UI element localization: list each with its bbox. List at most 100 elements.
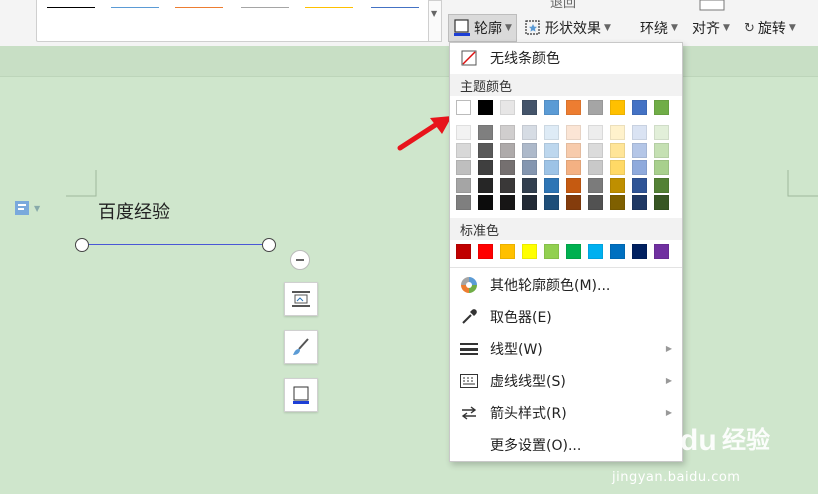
theme-shade-swatch[interactable] bbox=[610, 142, 625, 158]
theme-color-swatch[interactable] bbox=[632, 100, 647, 115]
line-shape[interactable] bbox=[82, 244, 268, 245]
svg-text:Bai: Bai bbox=[624, 424, 671, 457]
theme-shade-swatch[interactable] bbox=[610, 177, 625, 193]
theme-shade-swatch[interactable] bbox=[522, 177, 537, 193]
theme-shade-swatch[interactable] bbox=[632, 177, 647, 193]
theme-shade-swatch[interactable] bbox=[456, 142, 471, 158]
theme-color-swatch[interactable] bbox=[610, 100, 625, 115]
theme-shade-swatch[interactable] bbox=[456, 195, 471, 210]
rotate-button[interactable]: ↻ 旋转 ▼ bbox=[744, 18, 796, 38]
theme-color-swatch[interactable] bbox=[588, 100, 603, 115]
standard-color-swatch[interactable] bbox=[478, 244, 493, 259]
layout-float-button[interactable] bbox=[284, 282, 318, 316]
theme-shade-swatch[interactable] bbox=[610, 195, 625, 210]
more-outline-colors-item[interactable]: 其他轮廓颜色(M)... bbox=[450, 270, 682, 300]
theme-color-swatch[interactable] bbox=[456, 100, 471, 115]
theme-shade-swatch[interactable] bbox=[632, 125, 647, 140]
theme-shade-swatch[interactable] bbox=[500, 125, 515, 140]
theme-shade-swatch[interactable] bbox=[478, 125, 493, 140]
outline-button[interactable]: 轮廓 ▼ bbox=[448, 14, 517, 42]
theme-shade-swatch[interactable] bbox=[654, 177, 669, 193]
collapse-toolbar-button[interactable] bbox=[290, 250, 310, 270]
line-style-blue[interactable] bbox=[111, 7, 159, 8]
theme-color-swatch[interactable] bbox=[566, 100, 581, 115]
theme-shade-swatch[interactable] bbox=[456, 125, 471, 140]
no-line-color-item[interactable]: 无线条颜色 bbox=[450, 43, 682, 73]
shape-effects-button[interactable]: 形状效果 ▼ bbox=[524, 18, 611, 38]
theme-shade-swatch[interactable] bbox=[566, 142, 581, 158]
theme-shade-swatch[interactable] bbox=[500, 195, 515, 210]
theme-shade-swatch[interactable] bbox=[544, 160, 559, 175]
theme-shade-swatch[interactable] bbox=[456, 177, 471, 193]
standard-color-swatch[interactable] bbox=[654, 244, 669, 259]
theme-shade-swatch[interactable] bbox=[588, 142, 603, 158]
theme-shade-swatch[interactable] bbox=[478, 142, 493, 158]
theme-shade-swatch[interactable] bbox=[478, 195, 493, 210]
theme-shade-swatch[interactable] bbox=[544, 142, 559, 158]
standard-color-swatch[interactable] bbox=[544, 244, 559, 259]
theme-shade-swatch[interactable] bbox=[654, 125, 669, 140]
theme-color-swatch[interactable] bbox=[500, 100, 515, 115]
theme-shade-swatch[interactable] bbox=[566, 160, 581, 175]
theme-shade-swatch[interactable] bbox=[478, 160, 493, 175]
line-style-gold[interactable] bbox=[305, 7, 353, 8]
theme-shade-swatch[interactable] bbox=[632, 160, 647, 175]
line-style-gray[interactable] bbox=[241, 7, 289, 8]
resize-handle-left[interactable] bbox=[75, 238, 89, 252]
theme-shade-swatch[interactable] bbox=[610, 160, 625, 175]
eyedropper-item[interactable]: 取色器(E) bbox=[450, 302, 682, 332]
outline-float-button[interactable] bbox=[284, 378, 318, 412]
line-style-gallery[interactable] bbox=[36, 0, 430, 42]
theme-shade-swatch[interactable] bbox=[544, 125, 559, 140]
standard-color-swatch[interactable] bbox=[566, 244, 581, 259]
ribbon-toolbar: ▼ 轮廓 ▼ 形状效果 ▼ 退回 环绕 ▼ 对齐 ▼ ↻ 旋转 ▼ bbox=[0, 0, 818, 47]
theme-shade-swatch[interactable] bbox=[544, 177, 559, 193]
theme-color-swatch[interactable] bbox=[478, 100, 493, 115]
theme-shade-swatch[interactable] bbox=[588, 195, 603, 210]
theme-shade-swatch[interactable] bbox=[500, 142, 515, 158]
theme-shade-swatch[interactable] bbox=[566, 125, 581, 140]
line-style-darkblue[interactable] bbox=[371, 7, 419, 8]
theme-shade-swatch[interactable] bbox=[654, 195, 669, 210]
layout-options-button[interactable]: ▼ bbox=[14, 200, 40, 216]
standard-color-swatch[interactable] bbox=[632, 244, 647, 259]
wrap-button[interactable]: 环绕 ▼ bbox=[640, 18, 678, 38]
theme-shade-swatch[interactable] bbox=[522, 125, 537, 140]
theme-shade-swatch[interactable] bbox=[522, 160, 537, 175]
theme-shade-swatch[interactable] bbox=[566, 177, 581, 193]
standard-color-swatch[interactable] bbox=[588, 244, 603, 259]
theme-shade-swatch[interactable] bbox=[654, 142, 669, 158]
line-style-orange[interactable] bbox=[175, 7, 223, 8]
style-float-button[interactable] bbox=[284, 330, 318, 364]
theme-shade-swatch[interactable] bbox=[588, 160, 603, 175]
theme-shade-swatch[interactable] bbox=[632, 195, 647, 210]
standard-color-swatch[interactable] bbox=[522, 244, 537, 259]
theme-color-swatch[interactable] bbox=[544, 100, 559, 115]
theme-shade-swatch[interactable] bbox=[500, 160, 515, 175]
theme-color-swatch[interactable] bbox=[522, 100, 537, 115]
theme-shade-swatch[interactable] bbox=[654, 160, 669, 175]
theme-shade-swatch[interactable] bbox=[522, 142, 537, 158]
line-type-item[interactable]: 线型(W) ▶ bbox=[450, 334, 682, 364]
theme-shade-swatch[interactable] bbox=[544, 195, 559, 210]
standard-color-swatch[interactable] bbox=[500, 244, 515, 259]
standard-color-swatch[interactable] bbox=[610, 244, 625, 259]
theme-shade-swatch[interactable] bbox=[566, 195, 581, 210]
standard-color-swatch[interactable] bbox=[456, 244, 471, 259]
theme-shade-swatch[interactable] bbox=[522, 195, 537, 210]
theme-shade-swatch[interactable] bbox=[500, 177, 515, 193]
theme-color-swatch[interactable] bbox=[654, 100, 669, 115]
theme-shade-swatch[interactable] bbox=[610, 125, 625, 140]
theme-shade-swatch[interactable] bbox=[456, 160, 471, 175]
theme-shade-swatch[interactable] bbox=[478, 177, 493, 193]
align-button[interactable]: 对齐 ▼ bbox=[692, 18, 730, 38]
svg-text:du: du bbox=[680, 424, 717, 457]
dash-type-item[interactable]: 虚线线型(S) ▶ bbox=[450, 366, 682, 396]
theme-shade-swatch[interactable] bbox=[588, 177, 603, 193]
theme-shade-swatch[interactable] bbox=[588, 125, 603, 140]
resize-handle-right[interactable] bbox=[262, 238, 276, 252]
gallery-scroll-button[interactable]: ▼ bbox=[428, 0, 442, 42]
document-text[interactable]: 百度经验 bbox=[98, 198, 170, 224]
line-style-black[interactable] bbox=[47, 7, 95, 8]
theme-shade-swatch[interactable] bbox=[632, 142, 647, 158]
